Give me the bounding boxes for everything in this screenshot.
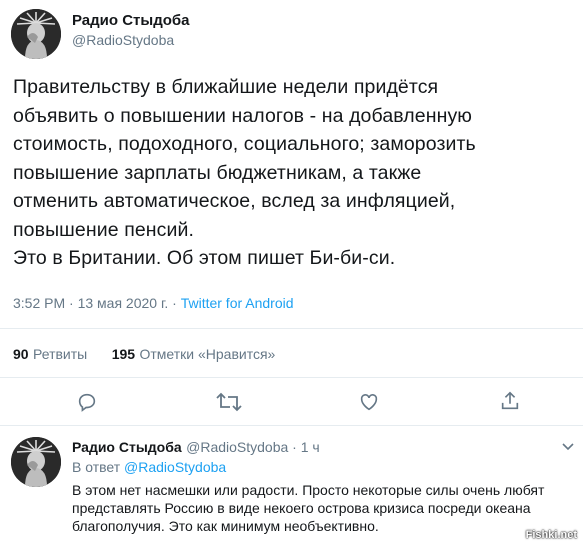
- heart-icon[interactable]: [358, 391, 380, 413]
- likes-count: 195: [111, 346, 136, 362]
- likes-label: Отметки «Нравится»: [139, 346, 276, 362]
- tweet-meta: 3:52 PM · 13 мая 2020 г. · Twitter for A…: [13, 295, 294, 311]
- tweet-text-line: объявить о повышении налогов - на добавл…: [13, 104, 473, 127]
- divider: [0, 328, 583, 329]
- reply-author-handle[interactable]: @RadioStydoba: [186, 439, 288, 455]
- reply-text: В этом нет насмешки или радости. Просто …: [72, 481, 577, 535]
- tweet-text-line: повышение пенсий.: [13, 218, 195, 241]
- author-handle[interactable]: @RadioStydoba: [72, 32, 174, 48]
- tweet-text: Правительству в ближайшие недели придётс…: [13, 73, 578, 273]
- tweet-text-line: Это в Британии. Об этом пишет Би-би-си.: [13, 247, 396, 269]
- author-name[interactable]: Радио Стыдоба: [72, 12, 190, 29]
- tweet-source-link[interactable]: Twitter for Android: [181, 295, 294, 311]
- retweets-label: Ретвиты: [33, 346, 88, 362]
- share-icon[interactable]: [499, 390, 521, 412]
- reply-text-line: представлять Россию в виде некоего остро…: [72, 500, 531, 516]
- avatar-image: [11, 437, 61, 487]
- divider: [0, 377, 583, 378]
- reply-author-name[interactable]: Радио Стыдоба: [72, 439, 182, 455]
- watermark: Fishki.net: [525, 529, 577, 541]
- reply-header: Радио Стыдоба @RadioStydoba · 1 ч: [72, 439, 320, 457]
- reply-text-line: благополучия. Это как минимум необъектив…: [72, 518, 379, 534]
- retweets-count: 90: [13, 346, 29, 362]
- avatar-image: [11, 9, 61, 59]
- reply-icon[interactable]: [76, 391, 98, 413]
- tweet-text-line: стоимость, подоходного, социального; зам…: [13, 133, 476, 155]
- tweet-stats: 90 Ретвиты 195 Отметки «Нравится»: [13, 346, 275, 364]
- reply-text-line: В этом нет насмешки или радости. Просто …: [72, 482, 545, 498]
- reply-author-avatar[interactable]: [11, 437, 61, 487]
- tweet-timestamp[interactable]: 3:52 PM · 13 мая 2020 г. ·: [13, 295, 181, 311]
- author-avatar[interactable]: [11, 9, 61, 59]
- in-reply-handle-link[interactable]: @RadioStydoba: [124, 459, 226, 475]
- likes-stat[interactable]: 195 Отметки «Нравится»: [112, 346, 276, 363]
- chevron-down-icon[interactable]: [560, 438, 576, 454]
- divider: [0, 425, 583, 426]
- tweet-text-line: отменить автоматическое, вслед за инфляц…: [13, 190, 456, 212]
- retweets-stat[interactable]: 90 Ретвиты: [13, 346, 92, 363]
- in-reply-prefix: В ответ: [72, 459, 125, 475]
- tweet-text-line: повышение зарплаты бюджетникам, а также: [13, 161, 422, 184]
- tweet-text-line: Правительству в ближайшие недели придётс…: [13, 76, 439, 98]
- reply-time[interactable]: · 1 ч: [288, 439, 320, 455]
- in-reply-to: В ответ @RadioStydoba: [72, 459, 226, 475]
- retweet-icon[interactable]: [216, 391, 242, 413]
